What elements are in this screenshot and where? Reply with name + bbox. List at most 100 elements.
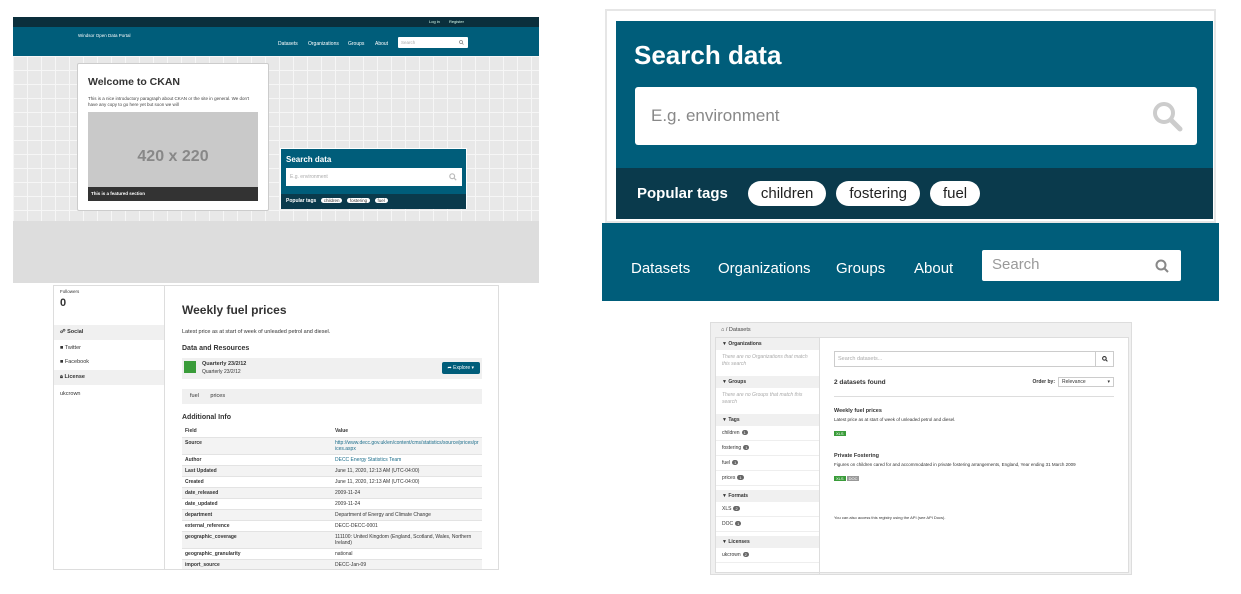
search-data-input[interactable]: E.g. environment (286, 168, 462, 186)
facet-count: 1 (741, 430, 748, 435)
tag-children[interactable]: children (320, 198, 343, 203)
facet-item[interactable]: fuel 1 (716, 456, 819, 471)
search-data-title: Search data (286, 155, 332, 164)
twitter-link[interactable]: ■ Twitter (54, 340, 164, 355)
login-link[interactable]: Log in (429, 19, 440, 24)
order-by-control: Order by: Relevance ▾ (1032, 377, 1114, 387)
nav-about[interactable]: About (914, 260, 953, 277)
dataset-detail-panel: Followers 0 ☍ Social ■ Twitter ■ Faceboo… (53, 285, 499, 570)
resource-title[interactable]: Quarterly 23/2/12 (202, 361, 246, 367)
search-data-input[interactable]: E.g. environment (635, 87, 1197, 145)
search-button[interactable] (1095, 352, 1113, 366)
facet-count: 2 (733, 506, 740, 511)
table-row: date_updated 2009-11-24 (182, 498, 482, 510)
nav-groups[interactable]: Groups (836, 260, 885, 277)
value-cell: Department of Energy and Climate Change (332, 509, 482, 521)
welcome-box: Welcome to CKAN This is a nice introduct… (77, 63, 269, 211)
value-cell: DECC-DECC-0001 (332, 520, 482, 532)
format-badge[interactable]: DOC (846, 476, 860, 481)
field-cell: external_reference (182, 520, 332, 532)
nav-organizations[interactable]: Organizations (308, 41, 339, 47)
facet-item[interactable]: DOC 1 (716, 517, 819, 532)
dataset-title[interactable]: Weekly fuel prices (834, 408, 1114, 414)
resource-item[interactable]: Quarterly 23/2/12 Quarterly 23/2/12 ➦ Ex… (182, 358, 482, 379)
nav-search-placeholder: Search (992, 256, 1040, 273)
format-badge[interactable]: XLS (834, 431, 846, 436)
social-header-label: Social (67, 329, 84, 335)
format-badge[interactable]: XLS (834, 476, 846, 481)
home-icon[interactable]: ⌂ (721, 327, 724, 333)
account-bar: Log in Register (13, 17, 539, 27)
value-cell: 2009-11-24 (332, 487, 482, 499)
facebook-label: Facebook (64, 359, 90, 365)
facet-item-label: XLS (722, 506, 732, 512)
popular-tags-label: Popular tags (637, 185, 728, 202)
tag-list: fuel prices (182, 389, 482, 404)
featured-image[interactable]: 420 x 220 This is a featured section (88, 112, 258, 201)
register-link[interactable]: Register (449, 19, 464, 24)
value-cell: June 11, 2020, 12:13 AM (UTC-04:00) (332, 465, 482, 477)
search-icon[interactable] (1151, 100, 1183, 132)
license-value[interactable]: ukcrown (54, 385, 164, 400)
dataset-search-input[interactable]: Search datasets... (834, 351, 1114, 367)
search-icon (459, 40, 464, 45)
tag-prices[interactable]: prices (210, 393, 225, 399)
nav-organizations[interactable]: Organizations (718, 260, 811, 277)
tag-fuel[interactable]: fuel (374, 198, 388, 203)
tag-fuel[interactable]: fuel (190, 393, 199, 399)
value-cell: DECC Energy Statistics Team (332, 454, 482, 466)
explore-button[interactable]: ➦ Explore ▾ (441, 362, 480, 374)
author-link[interactable]: DECC Energy Statistics Team (335, 457, 401, 463)
facet-item-label: ukcrown (722, 552, 741, 558)
popular-tags-label: Popular tags (286, 198, 317, 204)
chevron-down-icon: ▾ (1107, 379, 1110, 385)
search-input-placeholder: E.g. environment (651, 106, 780, 125)
welcome-text: This is a nice introductory paragraph ab… (88, 96, 250, 107)
dataset-item[interactable]: Weekly fuel prices Latest price as at st… (834, 408, 1114, 440)
additional-info-table: Field Value Source http://www.decc.gov.uk/… (182, 426, 482, 569)
order-by-select[interactable]: Relevance ▾ (1058, 377, 1114, 387)
resource-subtitle: Quarterly 23/2/12 (202, 369, 241, 375)
popular-tags-bar: Popular tags children fostering fuel (281, 194, 466, 209)
facet-count: 1 (735, 521, 742, 526)
facet-item[interactable]: prices 1 (716, 471, 819, 486)
twitter-label: Twitter (64, 345, 81, 351)
nav-search-input[interactable]: Search (982, 250, 1181, 281)
facet-item[interactable]: children 1 (716, 426, 819, 441)
nav-groups[interactable]: Groups (348, 41, 364, 47)
facet-item[interactable]: fostering 1 (716, 441, 819, 456)
nav-datasets[interactable]: Datasets (631, 260, 690, 277)
dataset-title[interactable]: Private Fostering (834, 453, 1114, 459)
search-icon (1102, 356, 1108, 362)
table-row: Source http://www.decc.gov.uk/en/content/… (182, 437, 482, 455)
dataset-item[interactable]: Private Fostering Figures on children ca… (834, 453, 1114, 485)
facet-item-label: prices (722, 475, 736, 481)
search-data-zoom-panel: Search data E.g. environment Popular tag… (602, 7, 1219, 301)
source-link[interactable]: http://www.decc.gov.uk/en/content/cms/st… (335, 440, 479, 452)
breadcrumb-datasets[interactable]: Datasets (729, 327, 751, 333)
search-data-module: Search data E.g. environment Popular tag… (280, 148, 467, 209)
tag-fuel[interactable]: fuel (929, 181, 981, 206)
facebook-link[interactable]: ■ Facebook (54, 355, 164, 370)
tag-fostering[interactable]: fostering (346, 198, 371, 203)
header-search-input[interactable]: Search (398, 37, 468, 48)
facet-empty-message: There are no Groups that match this sear… (722, 392, 803, 405)
welcome-title: Welcome to CKAN (88, 76, 180, 88)
facet-item[interactable]: XLS 2 (716, 502, 819, 517)
search-icon[interactable] (449, 173, 457, 181)
tag-fostering[interactable]: fostering (836, 181, 920, 206)
table-row: geographic_granularity national (182, 548, 482, 560)
dataset-title: Weekly fuel prices (182, 303, 287, 317)
ckan-homepage-panel: Log in Register Windsor Open Data Portal… (13, 17, 539, 283)
nav-about[interactable]: About (375, 41, 388, 47)
facet-item[interactable]: ukcrown 2 (716, 548, 819, 563)
tag-children[interactable]: children (747, 181, 827, 206)
field-cell: Source (182, 437, 332, 455)
facet-title: Organizations (728, 341, 762, 347)
facet-item-label: fuel (722, 460, 731, 466)
search-icon[interactable] (1155, 259, 1169, 273)
dataset-search-placeholder: Search datasets... (838, 356, 883, 362)
value-cell: 2009-11-24 (332, 498, 482, 510)
site-name[interactable]: Windsor Open Data Portal (78, 33, 131, 38)
nav-datasets[interactable]: Datasets (278, 41, 298, 47)
